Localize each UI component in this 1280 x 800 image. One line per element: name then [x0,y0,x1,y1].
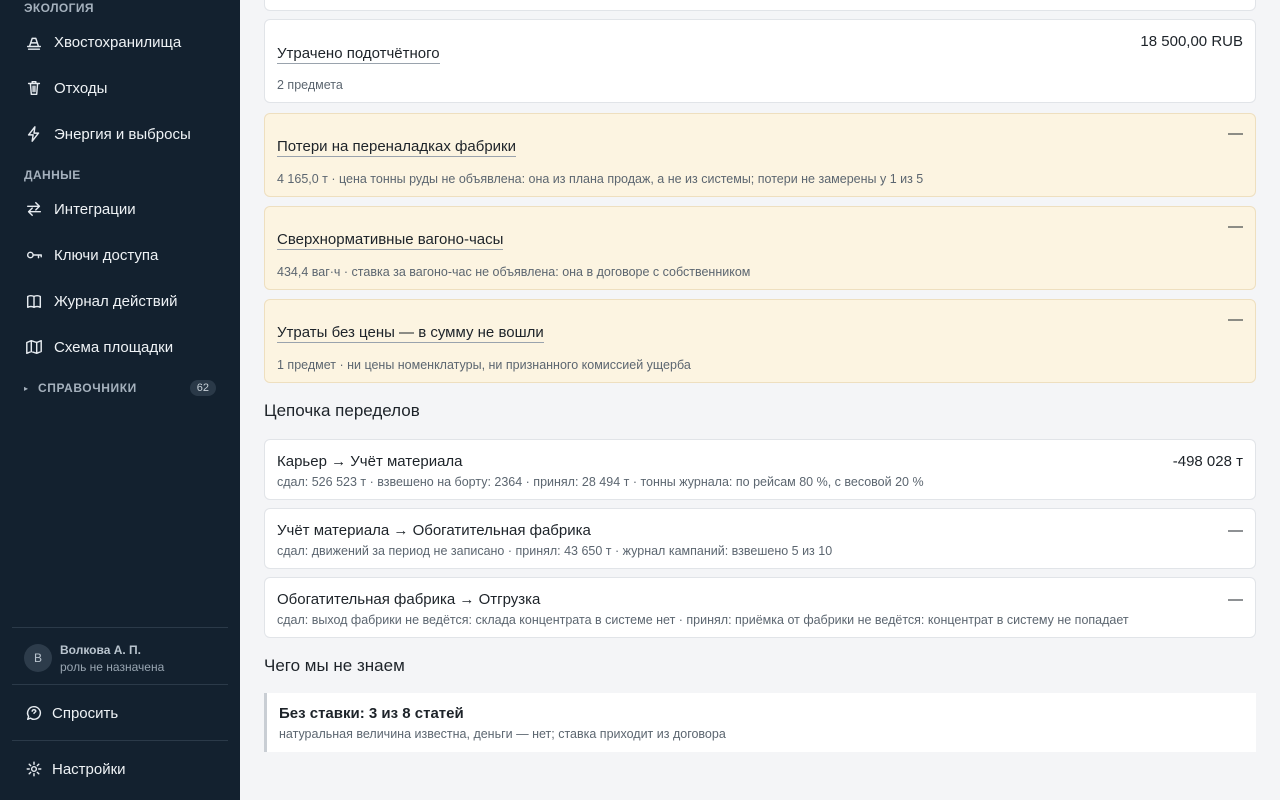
trash-icon [24,78,44,98]
sidebar-item-action-log[interactable]: Журнал действий [24,286,228,316]
chat-bubble-icon [24,703,44,723]
references-label: СПРАВОЧНИКИ [38,381,137,395]
loss-card-subtitle: 2 предмета [277,78,343,92]
loss-card-wagon-hours: Сверхнормативные вагоно-часы — 434,4 ваг… [264,206,1256,290]
loss-card-subtitle: 434,4 ваг·ч · ставка за вагоно-час не об… [277,265,751,279]
sidebar-item-integrations[interactable]: Интеграции [24,194,228,224]
sidebar-group-references[interactable]: ▸ СПРАВОЧНИКИ 62 [24,378,216,398]
sidebar-item-label: Отходы [54,79,108,97]
chain-item-title: Учёт материала → Обогатительная фабрика [277,522,591,539]
caret-right-icon: ▸ [24,383,29,393]
loss-card-title-link[interactable]: Утраты без цены — в сумму не вошли [277,324,544,343]
sidebar-item-label: Хвостохранилища [54,33,182,51]
chain-item[interactable]: Карьер → Учёт материала -498 028 т сдал:… [264,439,1256,500]
book-icon [24,291,44,311]
sidebar-item-tailings[interactable]: Хвостохранилища [24,27,228,57]
map-icon [24,337,44,357]
unknown-callout: Без ставки: 3 из 8 статей натуральная ве… [264,693,1256,752]
loss-card-title-link[interactable]: Сверхнормативные вагоно-часы [277,231,504,250]
loss-card-lost-accountable: Утрачено подотчётного 18 500,00 RUB 2 пр… [264,19,1256,103]
card-partial [264,0,1256,11]
unknown-callout-title: Без ставки: 3 из 8 статей [279,705,464,722]
loss-card-changeover: Потери на переналадках фабрики — 4 165,0… [264,113,1256,197]
loss-card-value: — [1228,125,1243,142]
loss-card-value: 18 500,00 RUB [1140,33,1243,50]
section-heading-chain: Цепочка переделов [264,401,420,420]
bolt-icon [24,124,44,144]
sidebar-item-label: Интеграции [54,200,136,218]
unknown-callout-subtitle: натуральная величина известна, деньги — … [279,727,726,741]
loss-card-subtitle: 1 предмет · ни цены номенклатуры, ни при… [277,358,691,372]
sidebar-item-energy[interactable]: Энергия и выбросы [24,119,228,149]
section-heading-unknowns: Чего мы не знаем [264,656,405,675]
chain-item-title: Карьер → Учёт материала [277,453,463,470]
chain-item-subtitle: сдал: выход фабрики не ведётся: склада к… [277,613,1129,627]
ask-button[interactable]: Спросить [24,698,118,728]
key-icon [24,245,44,265]
loss-card-title-link[interactable]: Потери на переналадках фабрики [277,138,516,157]
settings-label: Настройки [52,760,126,778]
references-count-badge: 62 [189,380,216,396]
chain-item-title: Обогатительная фабрика → Отгрузка [277,591,541,608]
ask-label: Спросить [52,704,119,722]
loss-card-value: — [1228,311,1243,328]
section-label-ecology: ЭКОЛОГИЯ [24,1,94,15]
divider [12,740,228,741]
section-label-data: ДАННЫЕ [24,168,81,182]
avatar: В [24,644,52,672]
chain-item[interactable]: Обогатительная фабрика → Отгрузка — сдал… [264,577,1256,638]
chain-item[interactable]: Учёт материала → Обогатительная фабрика … [264,508,1256,569]
chain-item-subtitle: сдал: 526 523 т · взвешено на борту: 236… [277,475,924,489]
divider [12,684,228,685]
sidebar-item-label: Энергия и выбросы [54,125,191,143]
loss-card-value: — [1228,218,1243,235]
chain-item-value: -498 028 т [1172,453,1243,470]
divider [12,627,228,628]
tailings-icon [24,32,44,52]
sidebar-item-label: Ключи доступа [54,246,159,264]
chain-item-subtitle: сдал: движений за период не записано · п… [277,544,833,558]
sidebar: ЭКОЛОГИЯ Хвостохранилища Отходы Энергия … [0,0,240,800]
sidebar-item-site-map[interactable]: Схема площадки [24,332,228,362]
arrows-swap-icon [24,199,44,219]
chain-item-value: — [1228,522,1243,539]
user-profile[interactable]: В Волкова А. П. роль не назначена [24,640,228,676]
gear-icon [24,759,44,779]
user-role: роль не назначена [60,659,165,674]
sidebar-item-waste[interactable]: Отходы [24,73,228,103]
settings-button[interactable]: Настройки [24,754,126,784]
loss-card-unpriced: Утраты без цены — в сумму не вошли — 1 п… [264,299,1256,383]
chain-item-value: — [1228,591,1243,608]
sidebar-item-label: Журнал действий [54,292,178,310]
sidebar-item-access-keys[interactable]: Ключи доступа [24,240,228,270]
loss-card-subtitle: 4 165,0 т · цена тонны руды не объявлена… [277,172,924,186]
user-name: Волкова А. П. [60,642,142,657]
sidebar-item-label: Схема площадки [54,338,174,356]
loss-card-title-link[interactable]: Утрачено подотчётного [277,45,440,64]
